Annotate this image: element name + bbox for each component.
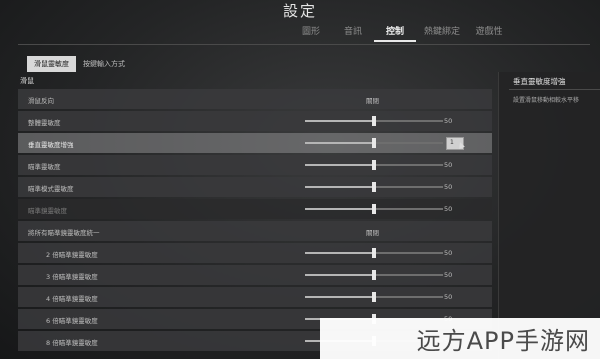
toggle-value[interactable]: 關閉 [366,227,379,237]
setting-row[interactable]: 3 倍瞄準鏡靈敏度 50 [18,265,492,285]
setting-row[interactable]: 4 倍瞄準鏡靈敏度 50 [18,287,492,307]
value-input-text: 1 [450,139,454,146]
slider-value: 50 [444,161,453,169]
setting-label: 瞄準鏡靈敏度 [28,207,67,215]
slider-track[interactable] [305,248,443,258]
tab-controls[interactable]: 控制 [374,24,416,42]
slider-handle[interactable] [372,270,376,280]
setting-row[interactable]: 整體靈敏度 50 [18,111,492,131]
settings-list: 滑鼠反向 關閉 整體靈敏度 50 垂直靈敏度增強 1 瞄準靈敏度 50 瞄準模式靈敏度 50 瞄準鏡… [18,89,492,353]
section-title-mouse: 滑鼠 [20,77,34,85]
slider-handle[interactable] [372,204,376,214]
slider-track[interactable] [305,182,443,192]
detail-divider [509,89,600,90]
slider-fill [305,274,374,276]
slider-value: 50 [444,205,453,213]
setting-row[interactable]: 瞄準靈敏度 50 [18,155,492,175]
sub-tab-bar: 滑鼠靈敏度 按鍵輸入方式 [27,56,132,72]
setting-label: 將所有瞄準鏡靈敏度統一 [28,229,100,237]
setting-row[interactable]: 將所有瞄準鏡靈敏度統一 關閉 [18,221,492,241]
setting-row[interactable]: 瞄準鏡靈敏度 50 [18,199,492,219]
slider-handle[interactable] [372,182,376,192]
toggle-value[interactable]: 關閉 [366,95,379,105]
setting-label: 2 倍瞄準鏡靈敏度 [46,251,98,259]
slider-fill [305,142,374,144]
setting-label: 8 倍瞄準鏡靈敏度 [46,339,98,347]
setting-label: 滑鼠反向 [28,97,54,105]
slider-track[interactable] [305,204,443,214]
setting-label: 瞄準模式靈敏度 [28,185,74,193]
slider-fill [305,208,374,210]
detail-description: 設置滑鼠移動相較水平移 [513,97,580,104]
tab-graphics[interactable]: 圖形 [290,24,332,42]
slider-track[interactable] [305,292,443,302]
slider-handle[interactable] [372,116,376,126]
setting-row[interactable]: 2 倍瞄準鏡靈敏度 50 [18,243,492,263]
slider-value: 50 [444,183,453,191]
slider-value: 50 [444,293,453,301]
slider-track[interactable] [305,160,443,170]
slider-value: 50 [444,249,453,257]
slider-track[interactable] [305,116,443,126]
slider-handle[interactable] [372,248,376,258]
slider-handle[interactable] [372,160,376,170]
slider-fill [305,164,374,166]
setting-row[interactable]: 滑鼠反向 關閉 [18,89,492,109]
slider-fill [305,296,374,298]
tab-keybindings[interactable]: 熱鍵綁定 [416,24,468,42]
setting-label: 3 倍瞄準鏡靈敏度 [46,273,98,281]
detail-title: 垂直靈敏度增強 [513,77,566,86]
setting-row[interactable]: 瞄準模式靈敏度 50 [18,177,492,197]
detail-panel: 垂直靈敏度增強 設置滑鼠移動相較水平移 [498,72,600,359]
slider-value: 50 [444,271,453,279]
setting-row[interactable]: 垂直靈敏度增強 1 [18,133,492,153]
setting-label: 整體靈敏度 [28,119,61,127]
page-title: 設定 [282,2,317,20]
setting-label: 垂直靈敏度增強 [28,141,74,149]
slider-fill [305,120,374,122]
setting-label: 瞄準靈敏度 [28,163,61,171]
slider-handle[interactable] [372,292,376,302]
subtab-key-input-mode[interactable]: 按鍵輸入方式 [76,56,132,72]
watermark-logo: 远方APP手游网 [320,318,600,359]
slider-fill [305,252,374,254]
setting-label: 4 倍瞄準鏡靈敏度 [46,295,98,303]
slider-handle[interactable] [372,138,376,148]
header-divider [18,44,590,45]
slider-value: 50 [444,117,453,125]
slider-track[interactable] [305,270,443,280]
tab-audio[interactable]: 音訊 [332,24,374,42]
slider-fill [305,186,374,188]
slider-track[interactable] [305,138,443,148]
subtab-mouse-sensitivity[interactable]: 滑鼠靈敏度 [27,56,76,72]
top-tab-bar: 圖形 音訊 控制 熱鍵綁定 遊戲性 [290,24,510,42]
setting-label: 6 倍瞄準鏡靈敏度 [46,317,98,325]
tab-gameplay[interactable]: 遊戲性 [468,24,510,42]
